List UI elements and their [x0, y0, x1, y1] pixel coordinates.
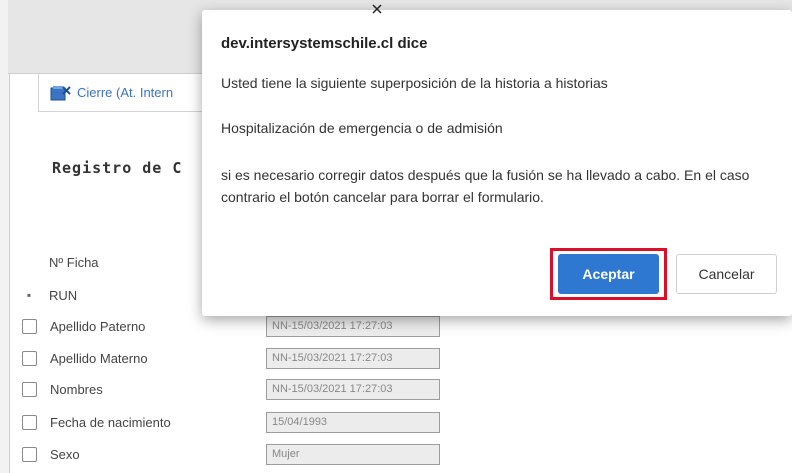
apellido-paterno-field[interactable]: NN-15/03/2021 17:27:03: [266, 316, 440, 337]
accept-button[interactable]: Aceptar: [558, 254, 659, 294]
nombres-field[interactable]: NN-15/03/2021 17:27:03: [266, 379, 440, 400]
row-label: Nombres: [50, 381, 103, 397]
mouse-cursor-icon: [372, 4, 382, 14]
row-label: RUN: [49, 287, 78, 303]
bullet-icon: ▪: [26, 288, 32, 302]
close-record-icon: [49, 84, 71, 102]
row-label: Apellido Materno: [50, 350, 148, 366]
dialog-message-line3: si es necesario corregir datos después q…: [221, 167, 750, 205]
form-row-fecha-nacimiento: Fecha de nacimiento: [22, 410, 171, 434]
checkbox-apellido-paterno[interactable]: [22, 318, 37, 334]
tab-label: Cierre (At. Intern: [77, 85, 174, 100]
form-row-run: ▪ RUN: [22, 283, 77, 307]
row-label: Nº Ficha: [49, 254, 99, 270]
row-label: Sexo: [50, 446, 80, 462]
sexo-field[interactable]: Mujer: [266, 444, 440, 465]
checkbox-sexo[interactable]: [22, 446, 37, 462]
checkbox-apellido-materno[interactable]: [22, 350, 37, 366]
form-row-nombres: Nombres: [22, 377, 103, 401]
checkbox-fecha-nacimiento[interactable]: [22, 414, 37, 430]
form-row-apellido-materno: Apellido Materno: [22, 346, 148, 370]
dialog-message-line2: Hospitalización de emergencia o de admis…: [221, 120, 503, 136]
dialog-message-line1: Usted tiene la siguiente superposición d…: [221, 75, 608, 91]
tab-cierre[interactable]: Cierre (At. Intern: [38, 74, 208, 112]
alert-dialog: dev.intersystemschile.cl dice Usted tien…: [202, 10, 792, 316]
row-label: Fecha de nacimiento: [50, 414, 171, 430]
fecha-nacimiento-field[interactable]: 15/04/1993: [266, 412, 440, 433]
cancel-button[interactable]: Cancelar: [676, 254, 777, 294]
dialog-title: dev.intersystemschile.cl dice: [221, 35, 428, 52]
checkbox-nombres[interactable]: [22, 381, 37, 397]
form-row-sexo: Sexo: [22, 442, 80, 466]
section-title: Registro de C: [52, 159, 183, 177]
form-row-apellido-paterno: Apellido Paterno: [22, 314, 145, 338]
apellido-materno-field[interactable]: NN-15/03/2021 17:27:03: [266, 348, 440, 369]
row-label: Apellido Paterno: [50, 318, 146, 334]
form-row-ficha: Nº Ficha: [22, 250, 99, 274]
